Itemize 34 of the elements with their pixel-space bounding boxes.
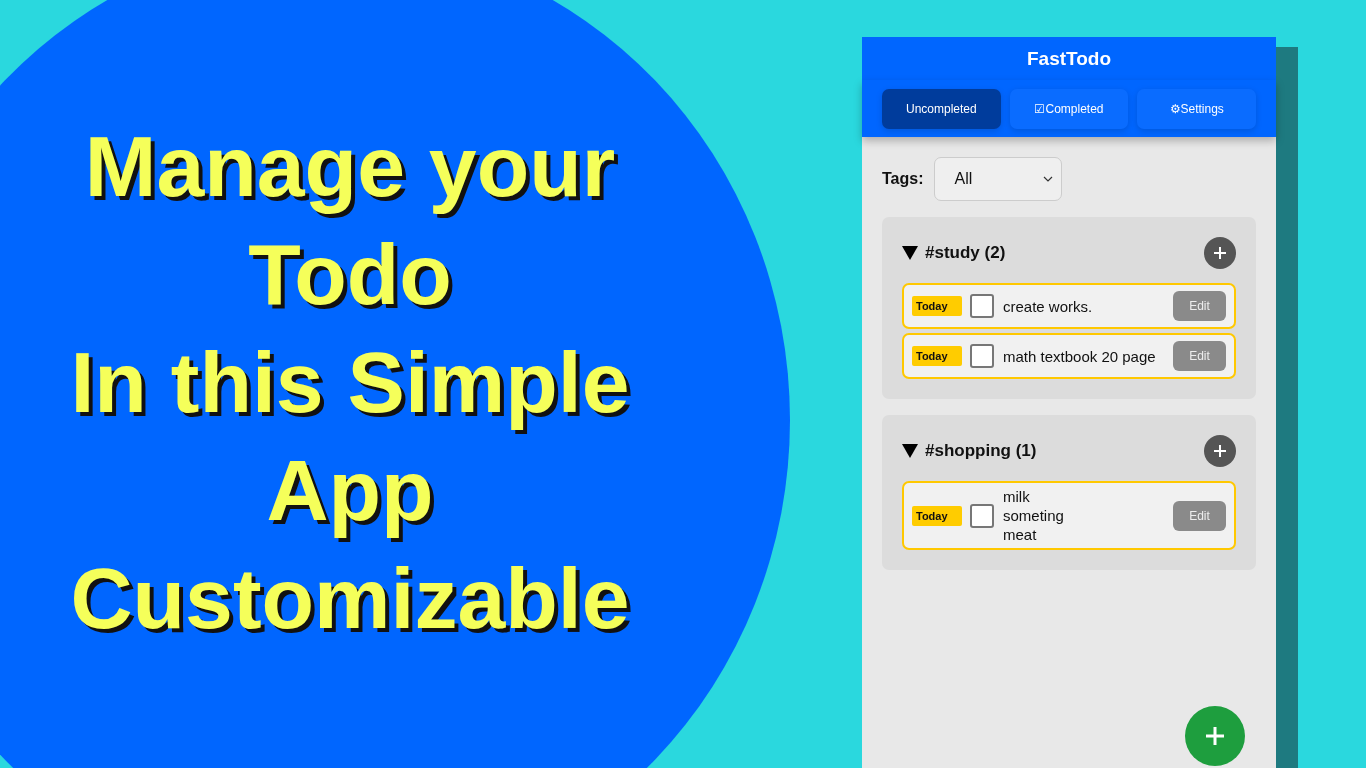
group-title: #shopping (1) xyxy=(925,441,1038,461)
edit-button[interactable]: Edit xyxy=(1173,341,1226,371)
tab[interactable]: Uncompleted xyxy=(882,88,1001,129)
todo-text: math textbook 20 page xyxy=(1003,346,1157,366)
plus-icon xyxy=(1213,246,1227,260)
app-title: FastTodo xyxy=(1026,47,1112,70)
headline: Manage your xyxy=(84,117,616,216)
triangle-icon[interactable] xyxy=(902,444,918,458)
due-badge: Today xyxy=(912,346,962,366)
tab[interactable]: ☑Completed xyxy=(1009,88,1129,129)
group-title: #study (2) xyxy=(925,243,1007,263)
edit-button[interactable]: Edit xyxy=(1173,291,1226,321)
add-button[interactable] xyxy=(1204,237,1236,269)
tags-dropdown[interactable]: All xyxy=(934,157,1063,201)
checkbox[interactable] xyxy=(970,294,994,318)
plus-icon xyxy=(1213,444,1227,458)
headline: App xyxy=(266,441,434,540)
add-button[interactable] xyxy=(1204,435,1236,467)
plus-icon xyxy=(1205,726,1225,746)
add-todo-button[interactable] xyxy=(1185,706,1245,766)
due-badge: Today xyxy=(912,505,962,526)
edit-button[interactable]: Edit xyxy=(1173,500,1226,531)
todo-text: create works. xyxy=(1003,296,1094,316)
tab[interactable]: ⚙Settings xyxy=(1137,88,1256,129)
headline: Customizable xyxy=(70,549,630,648)
todo-text: milk someting meat xyxy=(1003,487,1065,544)
due-badge: Today xyxy=(912,296,962,316)
triangle-icon[interactable] xyxy=(902,246,918,260)
tags-label: Tags: xyxy=(882,170,924,188)
checkbox[interactable] xyxy=(970,344,994,368)
headline: In this Simple xyxy=(70,333,630,432)
checkbox[interactable] xyxy=(970,503,994,528)
chevron-icon xyxy=(1043,176,1054,182)
headline: Todo xyxy=(248,225,452,324)
